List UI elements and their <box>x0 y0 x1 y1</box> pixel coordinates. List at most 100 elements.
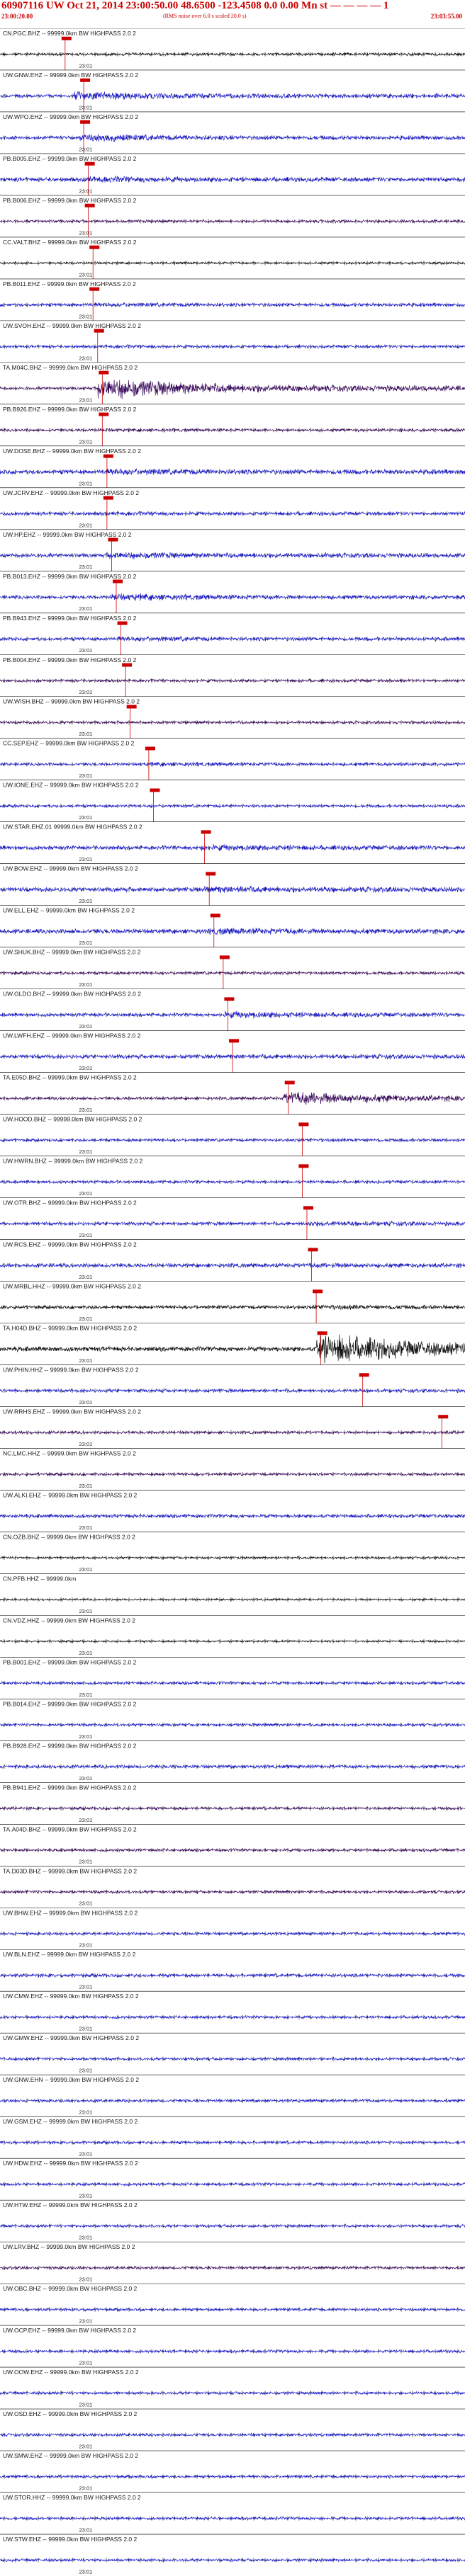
time-label: 23:01 <box>79 1316 93 1322</box>
waveform <box>0 1179 465 1185</box>
trace-row: CC.VALT.BHZ -- 99999.0km BW HIGHPASS 2.0… <box>0 236 465 279</box>
trace-row: UW.BHW.EHZ -- 99999.0km BW HIGHPASS 2.0 … <box>0 1907 465 1949</box>
trace-row: PB.B001.EHZ -- 99999.0km BW HIGHPASS 2.0… <box>0 1657 465 1698</box>
pick-marker <box>219 955 230 959</box>
time-label: 23:01 <box>79 2151 93 2158</box>
waveform <box>0 970 465 976</box>
trace-row: TA.M04C.BHZ -- 99999.0km BW HIGHPASS 2.0… <box>0 362 465 404</box>
trace-row: PB.B926.EHZ -- 99999.0km BW HIGHPASS 2.0… <box>0 404 465 446</box>
waveform <box>0 803 465 809</box>
trace-label: UW.BOW.EHZ -- 99999.0km BW HIGHPASS 2.0 … <box>3 865 138 872</box>
waveform <box>0 467 465 476</box>
time-label: 23:01 <box>79 1274 93 1280</box>
trace-label: UW.HWRN.BHZ -- 99999.0km BW HIGHPASS 2.0… <box>3 1158 143 1165</box>
time-label: 23:01 <box>79 2276 93 2283</box>
trace-row: UW.STOR.HHZ -- 99999.0km BW HIGHPASS 2.0… <box>0 2492 465 2533</box>
trace-row: UW.STAR.EHZ.01 99999.0km BW HIGHPASS 2.0… <box>0 821 465 864</box>
trace-label: UW.HDW.EHZ -- 99999.0km BW HIGHPASS 2.0 … <box>3 2160 138 2167</box>
time-label: 23:01 <box>79 1692 93 1698</box>
trace-row: UW.RCS.EHZ -- 99999.0km BW HIGHPASS 2.0 … <box>0 1239 465 1282</box>
trace-row: UW.PHIN.HHZ -- 99999.0km BW HIGHPASS 2.0… <box>0 1364 465 1407</box>
trace-row: UW.DOSE.BHZ -- 99999.0km BW HIGHPASS 2.0… <box>0 445 465 488</box>
time-label: 23:01 <box>79 773 93 779</box>
trace-row: UW.SHUK.BHZ -- 99999.0km BW HIGHPASS 2.0… <box>0 947 465 989</box>
time-label: 23:01 <box>79 2568 93 2575</box>
waveform <box>0 2265 465 2271</box>
trace-row: UW.GNW.EHZ -- 99999.0km BW HIGHPASS 2.0 … <box>0 69 465 112</box>
trace-label: UW.BLN.EHZ -- 99999.0km BW HIGHPASS 2.0 … <box>3 1951 136 1958</box>
time-label: 23:01 <box>79 1524 93 1531</box>
trace-row: UW.ELL.EHZ -- 99999.0km BW HIGHPASS 2.0 … <box>0 905 465 947</box>
waveform <box>0 551 465 559</box>
waveform <box>0 2223 465 2229</box>
trace-label: UW.RRHS.EHZ -- 99999.0km BW HIGHPASS 2.0… <box>3 1408 141 1415</box>
time-label: 23:01 <box>79 1441 93 1447</box>
trace-row: UW.WPO.EHZ -- 99999.0km BW HIGHPASS 2.0 … <box>0 111 465 154</box>
time-label: 23:01 <box>79 1650 93 1656</box>
trace-label: PB.B013.EHZ -- 99999.0km BW HIGHPASS 2.0… <box>3 573 137 580</box>
trace-row: UW.IONE.EHZ -- 99999.0km BW HIGHPASS 2.0… <box>0 780 465 822</box>
time-label: 23:01 <box>79 397 93 403</box>
trace-label: UW.PHIN.HHZ -- 99999.0km BW HIGHPASS 2.0… <box>3 1366 139 1373</box>
pick-marker <box>84 203 95 207</box>
trace-row: UW.SVOH.EHZ -- 99999.0km BW HIGHPASS 2.0… <box>0 320 465 363</box>
trace-label: UW.HP.EHZ -- 99999.0km BW HIGHPASS 2.0 2 <box>3 531 132 538</box>
time-label: 23:01 <box>79 1900 93 1907</box>
trace-label: UW.LWFH.EHZ -- 99999.0km BW HIGHPASS 2.0… <box>3 1032 141 1039</box>
pick-marker <box>284 1081 295 1085</box>
waveform <box>0 2349 465 2354</box>
waveform <box>0 2432 465 2438</box>
time-label: 23:01 <box>79 271 93 278</box>
trace-row: PB.B005.EHZ -- 99999.0km BW HIGHPASS 2.0… <box>0 153 465 195</box>
waveform <box>0 1092 465 1105</box>
trace-row: UW.HDW.EHZ -- 99999.0km BW HIGHPASS 2.0 … <box>0 2158 465 2199</box>
trace-label: UW.CMW.EHZ -- 99999.0km BW HIGHPASS 2.0 … <box>3 1993 139 2000</box>
trace-row: PB.B006.EHZ -- 99999.0km BW HIGHPASS 2.0… <box>0 195 465 237</box>
waveform <box>0 261 465 266</box>
trace-label: UW.SVOH.EHZ -- 99999.0km BW HIGHPASS 2.0… <box>3 322 141 329</box>
waveform <box>0 1010 465 1019</box>
waveform <box>0 2474 465 2479</box>
time-label: 23:01 <box>79 2068 93 2074</box>
trace-label: CN.PGC.BHZ -- 99999.0km BW HIGHPASS 2.0 … <box>3 30 136 37</box>
trace-label: UW.OOW.EHZ -- 99999.0km BW HIGHPASS 2.0 … <box>3 2369 139 2376</box>
waveform <box>0 427 465 433</box>
waveform <box>0 1334 465 1364</box>
trace-label: UW.MRBL.HHZ -- 99999.0km BW HIGHPASS 2.0… <box>3 1283 141 1290</box>
time-label: 23:01 <box>79 1483 93 1489</box>
waveform <box>0 1137 465 1143</box>
pick-marker <box>99 412 109 416</box>
time-label: 23:01 <box>79 438 93 445</box>
trace-row: UW.OOW.EHZ -- 99999.0km BW HIGHPASS 2.0 … <box>0 2366 465 2408</box>
waveform <box>0 1471 465 1477</box>
time-label: 23:01 <box>79 1859 93 1865</box>
trace-label: UW.WISH.BHZ -- 99999.0km BW HIGHPASS 2.0… <box>3 698 140 705</box>
pick-marker <box>229 1039 239 1043</box>
waveform <box>0 1847 465 1853</box>
pick-marker <box>313 1289 323 1294</box>
time-label: 23:01 <box>79 146 93 152</box>
waveform <box>0 1304 465 1311</box>
trace-label: CC.SEP.EHZ -- 99999.0km BW HIGHPASS 2.0 … <box>3 740 135 747</box>
trace-label: CC.VALT.BHZ -- 99999.0km BW HIGHPASS 2.0… <box>3 239 137 246</box>
trace-row: UW.OCP.EHZ -- 99999.0km BW HIGHPASS 2.0 … <box>0 2325 465 2366</box>
time-label: 23:01 <box>79 814 93 821</box>
trace-row: PB.B011.EHZ -- 99999.0km BW HIGHPASS 2.0… <box>0 278 465 321</box>
trace-row: TA.A04D.BHZ -- 99999.0km BW HIGHPASS 2.0… <box>0 1823 465 1865</box>
trace-label: UW.STOR.HHZ -- 99999.0km BW HIGHPASS 2.0… <box>3 2494 141 2501</box>
time-label: 23:01 <box>79 1399 93 1406</box>
waveform <box>0 843 465 852</box>
event-title: 60907116 UW Oct 21, 2014 23:00:50.00 48.… <box>1 0 389 11</box>
pick-marker <box>126 705 137 709</box>
time-label: 23:01 <box>79 1775 93 1782</box>
pick-marker <box>117 621 128 625</box>
trace-row: UW.GMW.EHZ -- 99999.0km BW HIGHPASS 2.0 … <box>0 2032 465 2074</box>
waveform <box>0 1889 465 1895</box>
trace-row: UW.GNW.EHN -- 99999.0km BW HIGHPASS 2.0 … <box>0 2074 465 2116</box>
seismogram-plot: CN.PGC.BHZ -- 99999.0km BW HIGHPASS 2.0 … <box>0 28 465 2575</box>
time-label: 23:01 <box>79 564 93 570</box>
pick-marker <box>359 1373 369 1377</box>
time-label: 23:01 <box>79 1023 93 1030</box>
trace-row: UW.ALKI.EHZ -- 99999.0km BW HIGHPASS 2.0… <box>0 1490 465 1531</box>
pick-marker <box>317 1331 327 1335</box>
